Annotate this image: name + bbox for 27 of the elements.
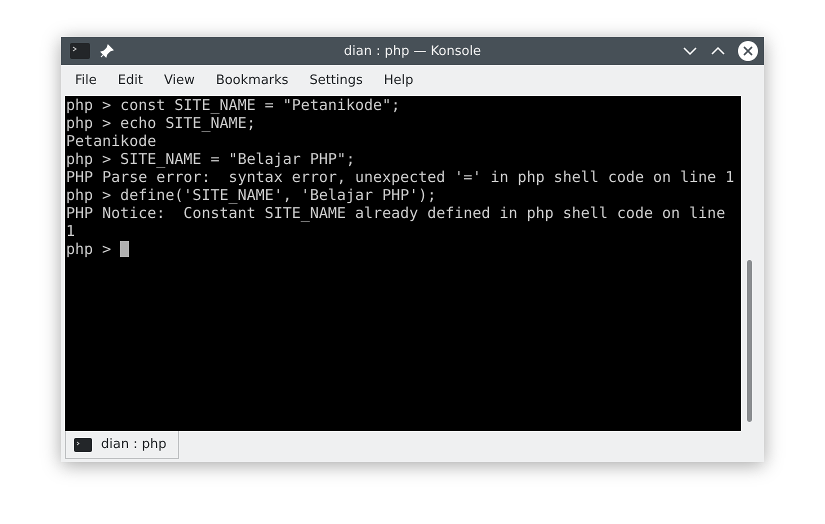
text-cursor bbox=[120, 241, 130, 257]
menu-item[interactable]: Help bbox=[384, 73, 414, 88]
terminal-line: PHP Parse error: syntax error, unexpected '=' in php shell code on line 1 bbox=[66, 168, 736, 186]
terminal-icon bbox=[74, 438, 92, 452]
terminal-line: php > const SITE_NAME = "Petanikode"; bbox=[66, 96, 402, 114]
terminal-icon[interactable] bbox=[70, 43, 90, 59]
terminal-area[interactable] bbox=[65, 96, 741, 431]
terminal-line: php > SITE_NAME = "Belajar PHP"; bbox=[66, 150, 356, 168]
close-icon[interactable] bbox=[738, 41, 758, 61]
session-tab[interactable]: dian : php bbox=[65, 431, 180, 459]
menu-item[interactable]: View bbox=[164, 73, 195, 88]
menu-item[interactable]: Bookmarks bbox=[216, 73, 288, 88]
maximize-icon[interactable] bbox=[710, 45, 726, 57]
terminal-line: PHP Notice: Constant SITE_NAME already defined in php shell code on line bbox=[66, 204, 726, 222]
terminal-line: 1 bbox=[66, 222, 76, 240]
menu-item[interactable]: Edit bbox=[118, 73, 143, 88]
terminal-line: php > define('SITE_NAME', 'Belajar PHP'); bbox=[66, 186, 438, 204]
menu-item[interactable]: File bbox=[75, 73, 97, 88]
minimize-icon[interactable] bbox=[682, 45, 698, 57]
scrollbar-thumb[interactable] bbox=[747, 260, 752, 422]
window-title: dian : php — Konsole bbox=[342, 44, 482, 58]
terminal-prompt: php > bbox=[66, 240, 112, 258]
menu-item[interactable]: Settings bbox=[309, 73, 363, 88]
pin-icon[interactable] bbox=[100, 44, 114, 58]
terminal-line: php > echo SITE_NAME; bbox=[66, 114, 257, 132]
terminal-line: Petanikode bbox=[66, 132, 158, 150]
tab-label: dian : php bbox=[101, 437, 166, 452]
